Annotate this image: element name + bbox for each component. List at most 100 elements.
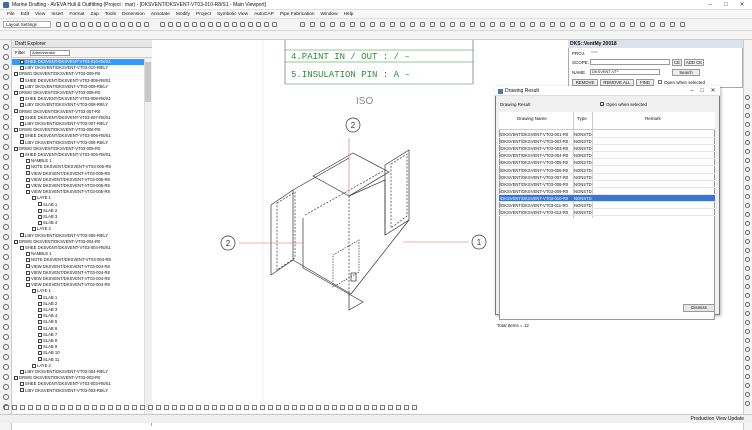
toolbar-tool-icon[interactable] — [470, 22, 475, 27]
right-tool-icon[interactable] — [745, 95, 750, 100]
left-tool-icon[interactable] — [3, 74, 9, 80]
right-tool-icon[interactable] — [745, 392, 750, 397]
bottom-tool-icon[interactable] — [412, 405, 417, 410]
toolbar-tool-icon[interactable] — [264, 22, 269, 27]
toolbar-tool-icon[interactable] — [500, 22, 505, 27]
toolbar-tool-icon[interactable] — [96, 22, 101, 27]
explorer-scroll-thumb[interactable] — [145, 62, 151, 102]
bottom-tool-icon[interactable] — [332, 405, 337, 410]
menu-item-help[interactable]: Help — [341, 10, 357, 19]
toolbar-tool-icon[interactable] — [128, 22, 133, 27]
left-tool-icon[interactable] — [3, 134, 9, 140]
toolbar-tool-icon[interactable] — [104, 22, 109, 27]
toolbar-tool-icon[interactable] — [420, 22, 425, 27]
scope-input[interactable] — [590, 59, 670, 65]
toolbar-tool-icon[interactable] — [144, 22, 149, 27]
bottom-tool-icon[interactable] — [140, 405, 145, 410]
toolbar-tool-icon[interactable] — [620, 22, 625, 27]
right-tool-icon[interactable] — [745, 365, 750, 370]
dismiss-button[interactable]: Dismiss — [683, 304, 715, 312]
left-tool-icon[interactable] — [3, 114, 9, 120]
left-tool-icon[interactable] — [3, 54, 9, 60]
left-tool-icon[interactable] — [3, 144, 9, 150]
toolbar-tool-icon[interactable] — [216, 22, 221, 27]
right-tool-icon[interactable] — [745, 257, 750, 262]
toolbar-tool-icon[interactable] — [380, 22, 385, 27]
toolbar-tool-icon[interactable] — [630, 22, 635, 27]
toolbar-tool-icon[interactable] — [330, 22, 335, 27]
right-tool-icon[interactable] — [745, 338, 750, 343]
left-tool-icon[interactable] — [3, 264, 9, 270]
left-tool-icon[interactable] — [3, 384, 9, 390]
toolbar-tool-icon[interactable] — [192, 22, 197, 27]
bottom-tool-icon[interactable] — [164, 405, 169, 410]
right-tool-icon[interactable] — [745, 104, 750, 109]
right-tool-icon[interactable] — [745, 347, 750, 352]
menu-item-window[interactable]: Window — [318, 10, 341, 19]
menu-item-format[interactable]: Format — [66, 10, 87, 19]
explorer-scrollbar[interactable] — [144, 58, 152, 418]
toolbar-tool-icon[interactable] — [350, 22, 355, 27]
bottom-tool-icon[interactable] — [380, 405, 385, 410]
remove-button[interactable]: REMOVE — [572, 79, 598, 86]
right-tool-icon[interactable] — [745, 176, 750, 181]
remove-all-button[interactable]: REMOVE ALL — [600, 79, 634, 86]
right-tool-icon[interactable] — [745, 356, 750, 361]
maximize-button[interactable]: □ — [720, 1, 732, 9]
toolbar-tool-icon[interactable] — [136, 22, 141, 27]
left-tool-icon[interactable] — [3, 224, 9, 230]
bottom-tool-icon[interactable] — [28, 405, 33, 410]
right-tool-icon[interactable] — [745, 320, 750, 325]
bottom-tool-icon[interactable] — [228, 405, 233, 410]
toolbar-tool-icon[interactable] — [160, 22, 165, 27]
right-tool-icon[interactable] — [745, 401, 750, 406]
right-tool-icon[interactable] — [745, 140, 750, 145]
toolbar-tool-icon[interactable] — [460, 22, 465, 27]
right-tool-icon[interactable] — [745, 302, 750, 307]
bottom-tool-icon[interactable] — [76, 405, 81, 410]
bottom-tool-icon[interactable] — [36, 405, 41, 410]
right-tool-icon[interactable] — [745, 122, 750, 127]
toolbar-tool-icon[interactable] — [72, 22, 77, 27]
toolbar-tool-icon[interactable] — [430, 22, 435, 27]
tree-item[interactable]: LIBY DKSVENT/DKSVENT-VT03-003-R8/LY — [12, 388, 150, 394]
menu-item-view[interactable]: View — [32, 10, 48, 19]
toolbar-tool-icon[interactable] — [670, 22, 675, 27]
right-tool-icon[interactable] — [745, 275, 750, 280]
search-button[interactable]: Search — [672, 69, 700, 76]
toolbar-tool-icon[interactable] — [480, 22, 485, 27]
right-tool-icon[interactable] — [745, 266, 750, 271]
toolbar-tool-icon[interactable] — [390, 22, 395, 27]
col-type[interactable]: Type — [577, 116, 587, 121]
bottom-tool-icon[interactable] — [356, 405, 361, 410]
right-tool-icon[interactable] — [745, 293, 750, 298]
right-tool-icon[interactable] — [745, 203, 750, 208]
bottom-tool-icon[interactable] — [12, 405, 17, 410]
bottom-tool-icon[interactable] — [364, 405, 369, 410]
minimize-button[interactable]: – — [704, 1, 716, 9]
toolbar-tool-icon[interactable] — [580, 22, 585, 27]
left-tool-icon[interactable] — [3, 154, 9, 160]
right-tool-icon[interactable] — [745, 167, 750, 172]
left-tool-icon[interactable] — [3, 364, 9, 370]
bottom-tool-icon[interactable] — [404, 405, 409, 410]
toolbar-tool-icon[interactable] — [80, 22, 85, 27]
bottom-tool-icon[interactable] — [196, 405, 201, 410]
menu-item-pipe-fabrication[interactable]: Pipe Fabrication — [277, 10, 318, 19]
bottom-tool-icon[interactable] — [244, 405, 249, 410]
left-tool-icon[interactable] — [3, 334, 9, 340]
toolbar-tool-icon[interactable] — [248, 22, 253, 27]
toolbar-tool-icon[interactable] — [200, 22, 205, 27]
menu-item-insert[interactable]: Insert — [48, 10, 66, 19]
menu-item-edit[interactable]: Edit — [18, 10, 32, 19]
table-row[interactable]: /DKSVENT/DKSVENT-VT03-010-R0 NONSTD — [499, 194, 715, 202]
toolbar-tool-icon[interactable] — [410, 22, 415, 27]
col-remark[interactable]: Remark — [645, 116, 661, 121]
bottom-tool-icon[interactable] — [300, 405, 305, 410]
toolbar-tool-icon[interactable] — [256, 22, 261, 27]
left-tool-icon[interactable] — [3, 394, 9, 400]
toolbar-tool-icon[interactable] — [570, 22, 575, 27]
bottom-tool-icon[interactable] — [68, 405, 73, 410]
bottom-tool-icon[interactable] — [284, 405, 289, 410]
menu-item-modify[interactable]: Modify — [173, 10, 193, 19]
